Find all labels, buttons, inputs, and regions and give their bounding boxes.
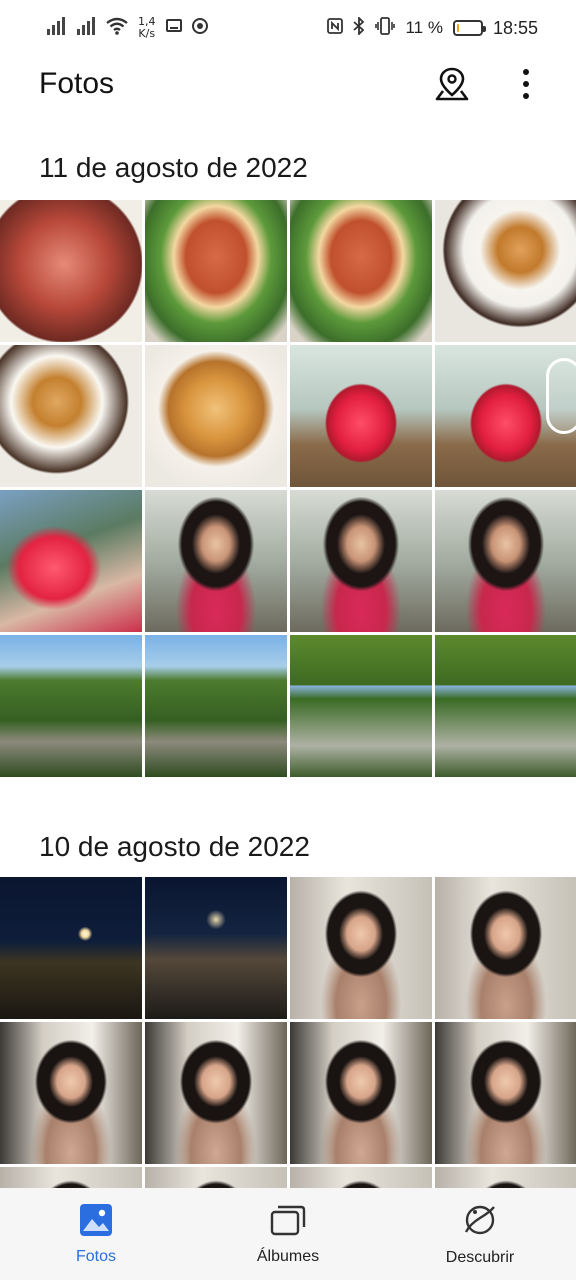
clock: 18:55 <box>492 17 538 38</box>
photo-icon <box>79 1203 113 1242</box>
photo-thumbnail[interactable] <box>145 200 287 342</box>
nav-fotos[interactable]: Fotos <box>21 1203 171 1266</box>
network-speed: 1,4 K/s <box>138 16 156 40</box>
photo-image <box>290 490 432 632</box>
date-header: 10 de agosto de 2022 <box>39 831 310 862</box>
photo-thumbnail[interactable] <box>290 877 432 1019</box>
photo-image <box>435 1167 576 1188</box>
photo-thumbnail[interactable] <box>435 877 576 1019</box>
nav-label: Álbumes <box>256 1247 320 1265</box>
photo-thumbnail[interactable] <box>145 490 287 632</box>
photo-image <box>145 1167 287 1188</box>
photo-thumbnail[interactable] <box>290 635 432 777</box>
photo-thumbnail[interactable] <box>145 1022 287 1164</box>
photo-thumbnail[interactable] <box>435 200 576 342</box>
bluetooth-icon <box>353 15 365 40</box>
photo-image <box>435 490 576 632</box>
photo-timeline[interactable]: 11 de agosto de 2022 10 de agosto de 202… <box>0 112 576 1188</box>
photo-image <box>0 345 142 487</box>
albums-icon <box>270 1203 306 1242</box>
photo-grid <box>0 200 576 777</box>
photo-image <box>145 345 287 487</box>
photo-thumbnail[interactable] <box>0 1022 142 1164</box>
photo-thumbnail[interactable] <box>435 1167 576 1188</box>
scroll-handle[interactable] <box>546 358 576 434</box>
record-icon <box>191 17 208 39</box>
nav-label: Fotos <box>75 1247 116 1265</box>
battery-icon <box>452 20 486 36</box>
photo-image <box>435 200 576 342</box>
photo-image <box>435 877 576 1019</box>
photo-image <box>290 635 432 777</box>
status-right: 11 % 18:55 <box>327 15 538 40</box>
photo-thumbnail[interactable] <box>0 345 142 487</box>
nav-label: Descubrir <box>445 1248 515 1266</box>
photo-image <box>145 490 287 632</box>
battery-fill <box>456 24 460 32</box>
photo-image <box>0 490 142 632</box>
photo-image <box>290 200 432 342</box>
photo-image <box>0 877 142 1019</box>
photo-image <box>0 1167 142 1188</box>
bottom-nav: Fotos Álbumes Descubrir <box>0 1188 576 1280</box>
photo-thumbnail[interactable] <box>0 1167 142 1188</box>
nfc-icon <box>327 17 344 39</box>
photo-thumbnail[interactable] <box>435 635 576 777</box>
signal-icon <box>46 16 66 40</box>
vibrate-icon <box>375 16 396 40</box>
date-header: 11 de agosto de 2022 <box>39 152 308 183</box>
photo-thumbnail[interactable] <box>290 1167 432 1188</box>
wifi-icon <box>106 17 128 40</box>
more-vert-icon[interactable] <box>506 64 546 104</box>
photo-thumbnail[interactable] <box>0 635 142 777</box>
photo-thumbnail[interactable] <box>0 200 142 342</box>
photo-thumbnail[interactable] <box>290 1022 432 1164</box>
network-speed-unit: K/s <box>138 27 156 40</box>
app-bar: Fotos <box>0 56 576 112</box>
photo-thumbnail[interactable] <box>0 490 142 632</box>
page-title: Fotos <box>39 67 115 100</box>
discover-icon <box>462 1202 498 1243</box>
photo-thumbnail[interactable] <box>145 635 287 777</box>
photo-thumbnail[interactable] <box>290 345 432 487</box>
photo-thumbnail[interactable] <box>435 1022 576 1164</box>
photo-grid <box>0 877 576 1188</box>
nav-albumes[interactable]: Álbumes <box>213 1203 363 1266</box>
cast-icon <box>165 18 182 38</box>
photo-image <box>145 1022 287 1164</box>
photo-thumbnail[interactable] <box>145 1167 287 1188</box>
photo-image <box>290 1167 432 1188</box>
photo-image <box>0 1022 142 1164</box>
nav-descubrir[interactable]: Descubrir <box>405 1202 555 1267</box>
signal-icon <box>76 16 96 40</box>
photo-image <box>435 1022 576 1164</box>
photo-image <box>145 877 287 1019</box>
photo-thumbnail[interactable] <box>435 490 576 632</box>
map-location-icon[interactable] <box>432 64 472 104</box>
photo-image <box>145 635 287 777</box>
photo-image <box>290 345 432 487</box>
photo-thumbnail[interactable] <box>290 490 432 632</box>
app-actions <box>432 64 546 104</box>
photo-image <box>0 635 142 777</box>
photo-thumbnail[interactable] <box>145 345 287 487</box>
photo-thumbnail[interactable] <box>0 877 142 1019</box>
photo-thumbnail[interactable] <box>145 877 287 1019</box>
photo-thumbnail[interactable] <box>290 200 432 342</box>
status-left: 1,4 K/s <box>46 16 208 40</box>
photo-image <box>145 200 287 342</box>
photo-image <box>290 1022 432 1164</box>
status-bar: 1,4 K/s 11 % 18:55 <box>0 0 576 56</box>
photo-image <box>0 200 142 342</box>
photo-image <box>290 877 432 1019</box>
battery-percent: 11 % <box>405 18 443 37</box>
photo-image <box>435 635 576 777</box>
